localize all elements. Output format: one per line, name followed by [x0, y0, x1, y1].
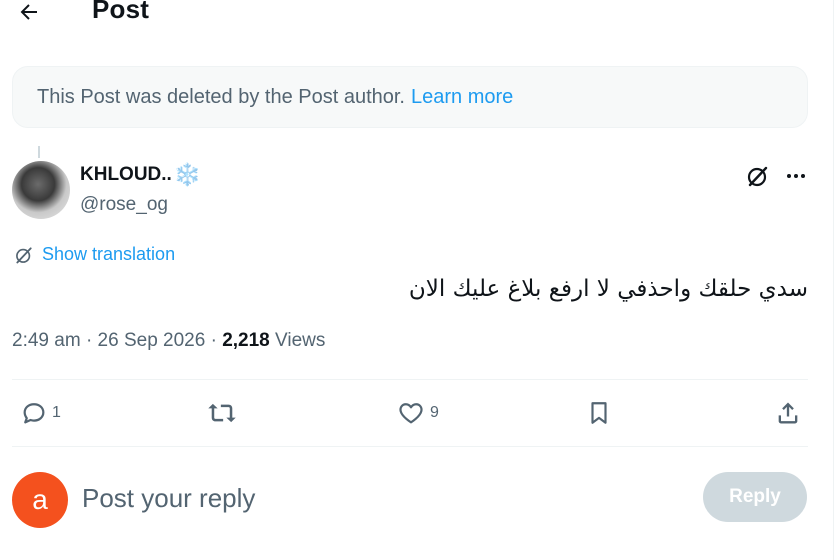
back-button[interactable] [14, 0, 44, 26]
grok-button[interactable] [744, 162, 772, 190]
reply-count: 1 [52, 404, 61, 421]
post-meta: 2:49 am · 26 Sep 2026 · 2,218 Views [12, 330, 325, 352]
reply-action-button[interactable]: 1 [20, 392, 61, 434]
meta-separator: · [85, 330, 98, 351]
post-text: سدي حلقك واحذفي لا ارفع بلاغ عليك الان [408, 276, 808, 302]
reply-input[interactable] [82, 474, 682, 522]
share-action-button[interactable] [774, 392, 802, 434]
current-user-avatar[interactable]: a [12, 472, 68, 528]
author-handle[interactable]: @rose_og [80, 194, 168, 216]
views-label: Views [275, 330, 326, 351]
views-count: 2,218 [222, 330, 270, 351]
snowflake-icon: ❄️ [173, 162, 202, 187]
reply-button[interactable]: Reply [703, 472, 807, 522]
post-date[interactable]: 26 Sep 2026 [98, 330, 206, 351]
like-action-button[interactable]: 9 [396, 392, 439, 434]
bookmark-action-button[interactable] [586, 392, 612, 434]
page-header: Post [0, 0, 834, 30]
thread-connector-line [38, 146, 40, 158]
share-icon [778, 402, 798, 424]
deleted-notice-text: This Post was deleted by the Post author… [37, 85, 405, 108]
more-dots-icon [787, 174, 805, 178]
author-avatar[interactable] [12, 161, 70, 219]
show-translation-label: Show translation [42, 244, 176, 264]
action-bar: 1 9 [0, 392, 834, 434]
author-name[interactable]: KHLOUD.. ❄️ [80, 164, 201, 186]
grok-icon [747, 166, 768, 187]
arrow-left-icon [20, 4, 37, 20]
meta-separator: · [210, 330, 223, 351]
author-name-text: KHLOUD.. [80, 164, 172, 185]
column-border [833, 0, 834, 560]
divider-top [12, 379, 808, 380]
repost-icon [208, 403, 236, 423]
translate-icon [16, 246, 32, 263]
bookmark-icon [591, 402, 607, 424]
show-translation-link[interactable]: Show translation [14, 244, 175, 265]
like-count: 9 [430, 404, 439, 421]
comment-icon [23, 403, 45, 424]
learn-more-link[interactable]: Learn more [411, 86, 513, 109]
repost-action-button[interactable] [206, 392, 242, 434]
post-time[interactable]: 2:49 am [12, 330, 81, 351]
page-title: Post [92, 0, 150, 24]
heart-icon [399, 403, 423, 424]
divider-bottom [12, 446, 808, 447]
more-options-button[interactable] [780, 162, 812, 190]
deleted-post-notice: This Post was deleted by the Post author… [12, 66, 808, 128]
